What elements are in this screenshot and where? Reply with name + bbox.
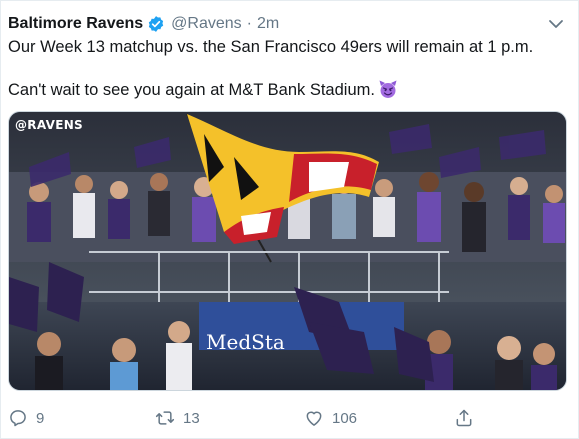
chevron-down-icon[interactable] (548, 16, 564, 32)
timestamp[interactable]: 2m (257, 15, 279, 33)
verified-badge-icon (148, 16, 164, 32)
share-icon (456, 409, 472, 427)
reply-button[interactable]: 9 (8, 403, 44, 433)
retweet-icon (155, 411, 175, 425)
tweet-text-line: Our Week 13 matchup vs. the San Francisc… (8, 38, 534, 56)
retweet-button[interactable]: 13 (155, 403, 200, 433)
heart-icon (306, 411, 322, 426)
tweet-text-line-2: Can't wait to see you again at M&T Bank … (8, 81, 375, 99)
smiling-face-with-horns-icon (379, 80, 397, 98)
tweet-header: Baltimore Ravens @Ravens · 2m (8, 13, 279, 35)
crowd-photo (9, 112, 566, 390)
reply-count: 9 (36, 409, 45, 427)
photo-watermark: @RAVENS (15, 118, 83, 132)
tweet-card[interactable]: Baltimore Ravens @Ravens · 2m Our Week 1… (0, 0, 579, 439)
like-button[interactable]: 106 (304, 403, 357, 433)
tweet-actions: 9 13 106 (1, 403, 579, 433)
share-button[interactable] (454, 403, 482, 433)
retweet-count: 13 (183, 409, 200, 427)
tweet-text: Our Week 13 matchup vs. the San Francisc… (8, 37, 568, 101)
tweet-text-line: Can't wait to see you again at M&T Bank … (8, 79, 568, 101)
separator-dot: · (246, 15, 252, 32)
author-handle[interactable]: @Ravens (171, 15, 242, 33)
like-count: 106 (332, 409, 358, 427)
tweet-photo[interactable]: @RAVENS MedSta (8, 111, 567, 391)
author-name[interactable]: Baltimore Ravens (8, 15, 143, 33)
reply-icon (10, 410, 26, 427)
banner-text: MedSta (206, 330, 285, 354)
